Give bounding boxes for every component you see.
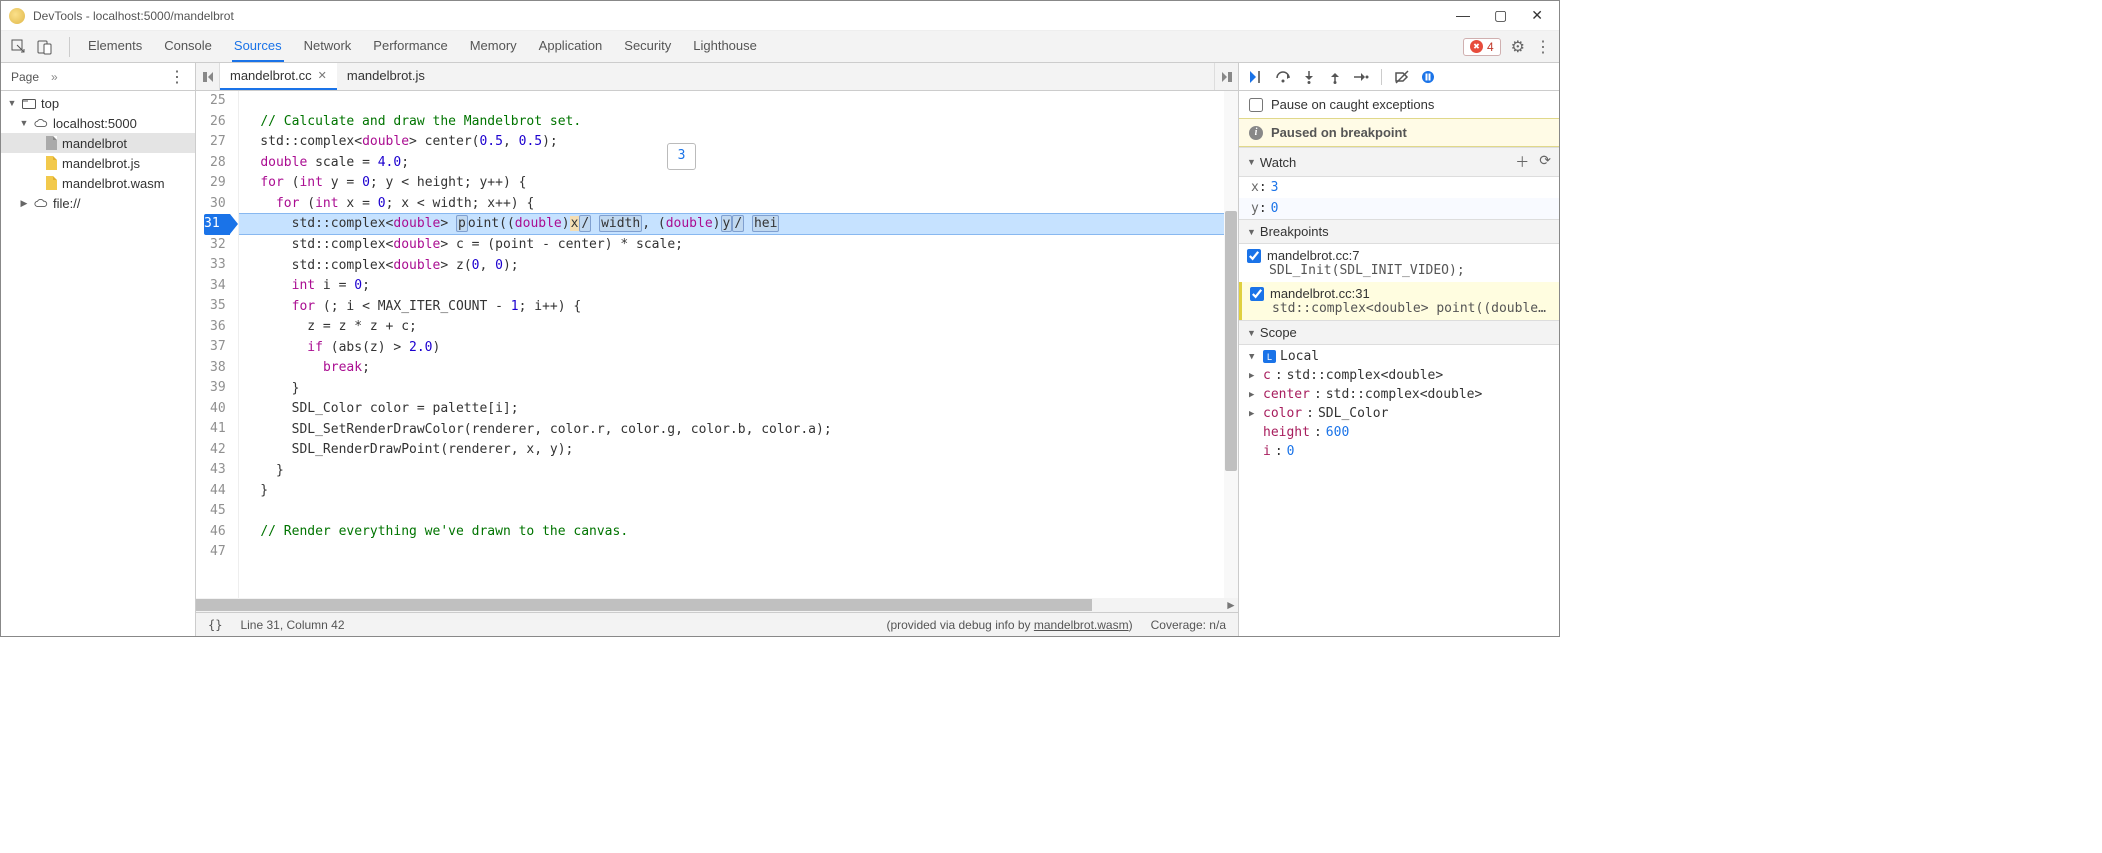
horizontal-scrollbar[interactable]: ◄►	[196, 598, 1238, 612]
step-into-button[interactable]	[1301, 69, 1317, 85]
titlebar: DevTools - localhost:5000/mandelbrot — ▢…	[1, 1, 1559, 31]
file-tab-mandelbrot-js[interactable]: mandelbrot.js	[337, 63, 435, 90]
close-button[interactable]: ✕	[1531, 7, 1543, 24]
file-tab-mandelbrot-cc[interactable]: mandelbrot.cc✕	[220, 63, 337, 90]
refresh-watch-icon[interactable]: ⟳	[1539, 152, 1551, 172]
tree-item-mandelbrot[interactable]: mandelbrot	[1, 133, 195, 153]
tree-item-mandelbrot-wasm[interactable]: mandelbrot.wasm	[1, 173, 195, 193]
next-tab-icon[interactable]	[1214, 63, 1238, 90]
pause-caught-label: Pause on caught exceptions	[1271, 97, 1434, 112]
file-tabs: mandelbrot.cc✕ mandelbrot.js	[196, 63, 1238, 91]
watch-expression[interactable]: x:3	[1239, 177, 1559, 198]
debugger-pane: Pause on caught exceptions Paused on bre…	[1239, 63, 1559, 636]
tab-application[interactable]: Application	[537, 31, 605, 62]
tab-lighthouse[interactable]: Lighthouse	[691, 31, 759, 62]
inspect-icon[interactable]	[9, 37, 29, 57]
navigator-more-tabs-icon[interactable]: »	[51, 70, 58, 84]
step-button[interactable]	[1353, 69, 1369, 85]
tab-memory[interactable]: Memory	[468, 31, 519, 62]
vertical-scrollbar[interactable]	[1224, 91, 1238, 598]
debug-info-source: (provided via debug info by mandelbrot.w…	[886, 618, 1132, 632]
deactivate-breakpoints-button[interactable]	[1394, 69, 1410, 85]
tab-sources[interactable]: Sources	[232, 31, 284, 62]
tab-performance[interactable]: Performance	[371, 31, 449, 62]
tree-item-top[interactable]: ▼top	[1, 93, 195, 113]
tree-item-mandelbrot-js[interactable]: mandelbrot.js	[1, 153, 195, 173]
more-icon[interactable]: ⋮	[1535, 37, 1551, 57]
breakpoint-toggle[interactable]	[1247, 249, 1261, 263]
resume-button[interactable]	[1249, 69, 1265, 85]
breakpoint-item[interactable]: mandelbrot.cc:7 SDL_Init(SDL_INIT_VIDEO)…	[1239, 244, 1559, 282]
prev-tab-icon[interactable]	[196, 63, 220, 90]
tab-network[interactable]: Network	[302, 31, 354, 62]
code-editor[interactable]: 2526272829303132333435363738394041424344…	[196, 91, 1238, 598]
breakpoint-item[interactable]: mandelbrot.cc:31 std::complex<double> po…	[1239, 282, 1559, 320]
pretty-print-button[interactable]: {}	[208, 618, 222, 632]
scope-variable[interactable]: ▶color: SDL_Color	[1239, 404, 1559, 423]
scope-local-header[interactable]: ▼LLocal	[1239, 347, 1559, 366]
tab-console[interactable]: Console	[162, 31, 214, 62]
editor-pane: mandelbrot.cc✕ mandelbrot.js 25262728293…	[196, 63, 1239, 636]
scope-variable[interactable]: height: 600	[1239, 423, 1559, 442]
app-logo-icon	[9, 8, 25, 24]
window-title: DevTools - localhost:5000/mandelbrot	[33, 9, 234, 23]
navigator-menu-icon[interactable]: ⋮	[169, 67, 185, 87]
paused-banner: Paused on breakpoint	[1239, 118, 1559, 147]
device-toggle-icon[interactable]	[35, 37, 55, 57]
watch-expression[interactable]: y:0	[1239, 198, 1559, 219]
pause-on-exceptions-button[interactable]	[1420, 69, 1436, 85]
scope-variable[interactable]: ▶c: std::complex<double>	[1239, 366, 1559, 385]
watch-section-header[interactable]: ▼Watch ＋⟳	[1239, 147, 1559, 177]
breakpoint-toggle[interactable]	[1250, 287, 1264, 301]
editor-statusbar: {} Line 31, Column 42 (provided via debu…	[196, 612, 1238, 636]
navigator-pane: Page » ⋮ ▼top ▼localhost:5000 mandelbrot…	[1, 63, 196, 636]
close-tab-icon[interactable]: ✕	[318, 69, 327, 82]
cursor-position: Line 31, Column 42	[240, 618, 344, 632]
pause-caught-checkbox[interactable]	[1249, 98, 1263, 112]
error-count-badge[interactable]: 4	[1463, 38, 1501, 56]
main-toolbar: Elements Console Sources Network Perform…	[1, 31, 1559, 63]
step-over-button[interactable]	[1275, 69, 1291, 85]
tree-item-file-scheme[interactable]: ▶file://	[1, 193, 195, 213]
maximize-button[interactable]: ▢	[1494, 7, 1507, 24]
debug-value-tooltip: 3	[667, 143, 697, 170]
settings-icon[interactable]: ⚙	[1511, 37, 1525, 57]
wasm-source-link[interactable]: mandelbrot.wasm	[1034, 618, 1129, 632]
add-watch-icon[interactable]: ＋	[1515, 152, 1529, 172]
scope-variable[interactable]: i: 0	[1239, 442, 1559, 461]
minimize-button[interactable]: —	[1456, 7, 1470, 24]
tree-item-origin[interactable]: ▼localhost:5000	[1, 113, 195, 133]
tab-security[interactable]: Security	[622, 31, 673, 62]
tab-elements[interactable]: Elements	[86, 31, 144, 62]
breakpoints-section-header[interactable]: ▼Breakpoints	[1239, 219, 1559, 244]
step-out-button[interactable]	[1327, 69, 1343, 85]
coverage-status: Coverage: n/a	[1151, 618, 1226, 632]
scope-section-header[interactable]: ▼Scope	[1239, 320, 1559, 345]
scope-variable[interactable]: ▶center: std::complex<double>	[1239, 385, 1559, 404]
navigator-tab-page[interactable]: Page	[11, 70, 39, 84]
